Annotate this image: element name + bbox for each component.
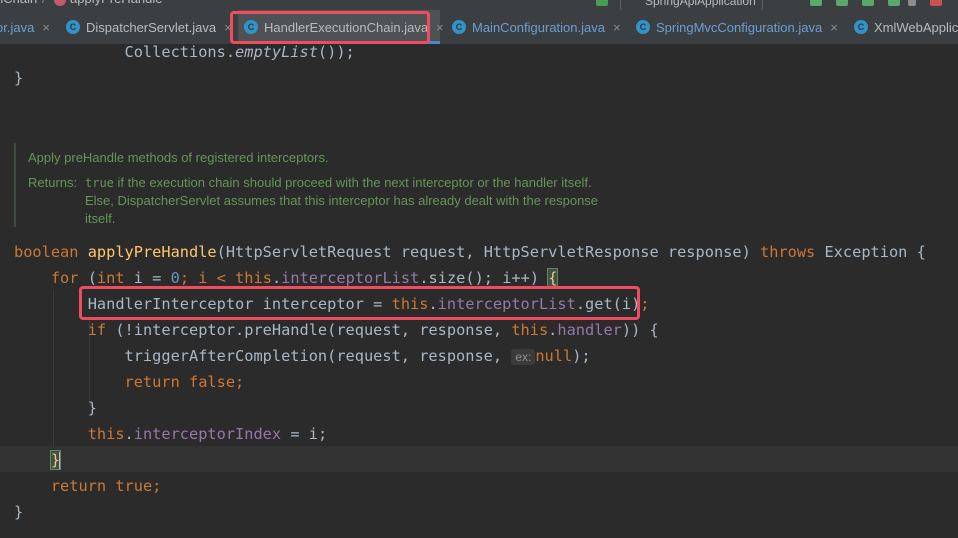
class-file-icon: C [452, 20, 466, 34]
code-line[interactable]: Collections.emptyList()); [14, 44, 355, 65]
interceptor-declaration-line[interactable]: HandlerInterceptor interceptor = this.in… [14, 291, 650, 317]
run-icon[interactable] [810, 0, 822, 6]
javadoc-returns-continuation: itself. [85, 211, 116, 226]
matched-brace: { [547, 268, 559, 288]
method-signature-line[interactable]: boolean applyPreHandle(HttpServletReques… [14, 239, 926, 265]
build-hammer-icon[interactable] [596, 0, 608, 6]
close-if-line[interactable]: } [14, 395, 97, 421]
tab-label: DispatcherServlet.java [86, 19, 217, 35]
navigation-bar: nChain / applyPreHandle SpringApiApplica… [0, 0, 958, 10]
tab-xml-web-application[interactable]: C XmlWebApplic [854, 10, 958, 44]
close-tab-icon[interactable]: × [42, 20, 50, 35]
run-configuration-select[interactable]: SpringApiApplication [620, 0, 763, 10]
code-editor[interactable]: Collections.emptyList()); } Apply preHan… [0, 44, 958, 538]
tab-handler-execution-chain[interactable]: C HandlerExecutionChain.java × [238, 10, 444, 44]
javadoc-returns-continuation: Else, DispatcherServlet assumes that thi… [85, 193, 599, 208]
tab-label: HandlerExecutionChain.java [264, 19, 429, 35]
class-file-icon: C [854, 20, 868, 34]
class-file-icon: C [636, 20, 650, 34]
tab-partial-java[interactable]: or.java × [0, 10, 52, 44]
javadoc-returns-line: Returns: true if the execution chain shou… [28, 175, 592, 190]
stop-icon[interactable] [930, 0, 942, 6]
javadoc-summary: Apply preHandle methods of registered in… [28, 150, 329, 165]
parameter-name-hint: ex: [511, 349, 536, 365]
coverage-icon[interactable] [862, 0, 874, 6]
trigger-after-completion-line[interactable]: triggerAfterCompletion(request, response… [14, 343, 591, 370]
tab-label: MainConfiguration.java [472, 19, 605, 35]
code-line[interactable]: } [14, 65, 23, 91]
return-false-line[interactable]: return false; [14, 369, 245, 395]
return-true-line[interactable]: return true; [14, 473, 162, 499]
current-line-highlight [0, 446, 958, 472]
class-file-icon: C [244, 20, 258, 34]
more-run-options-icon[interactable] [908, 0, 916, 6]
if-prehandle-line[interactable]: if (!interceptor.preHandle(request, resp… [14, 317, 659, 343]
tab-main-configuration[interactable]: C MainConfiguration.java × [452, 10, 624, 44]
text-caret [59, 451, 62, 470]
breadcrumb-method[interactable]: applyPreHandle [70, 0, 163, 6]
close-tab-icon[interactable]: × [613, 20, 621, 35]
close-tab-icon[interactable]: × [224, 20, 232, 35]
tab-label: SpringMvcConfiguration.java [656, 19, 823, 35]
breadcrumb-class[interactable]: nChain [0, 0, 37, 6]
close-method-line[interactable]: } [14, 499, 23, 525]
close-tab-icon[interactable]: × [436, 20, 444, 35]
close-for-line[interactable]: } [14, 447, 62, 473]
tab-dispatcher-servlet[interactable]: C DispatcherServlet.java × [66, 10, 232, 44]
method-icon [54, 0, 66, 6]
interceptor-index-line[interactable]: this.interceptorIndex = i; [14, 421, 327, 447]
for-loop-line[interactable]: for (int i = 0; i < this.interceptorList… [14, 265, 559, 291]
editor-tab-bar: or.java × C DispatcherServlet.java × C H… [0, 10, 958, 45]
javadoc-returns-label: Returns: [28, 175, 78, 190]
class-file-icon: C [66, 20, 80, 34]
tab-label: or.java [0, 19, 35, 35]
breadcrumb-separator: / [42, 0, 46, 6]
tab-label: XmlWebApplic [874, 19, 958, 35]
close-tab-icon[interactable]: × [830, 20, 838, 35]
tab-spring-mvc-configuration[interactable]: C SpringMvcConfiguration.java × [636, 10, 842, 44]
javadoc-rendered-comment: Apply preHandle methods of registered in… [14, 143, 958, 227]
profile-icon[interactable] [888, 0, 900, 6]
debug-icon[interactable] [836, 0, 848, 6]
